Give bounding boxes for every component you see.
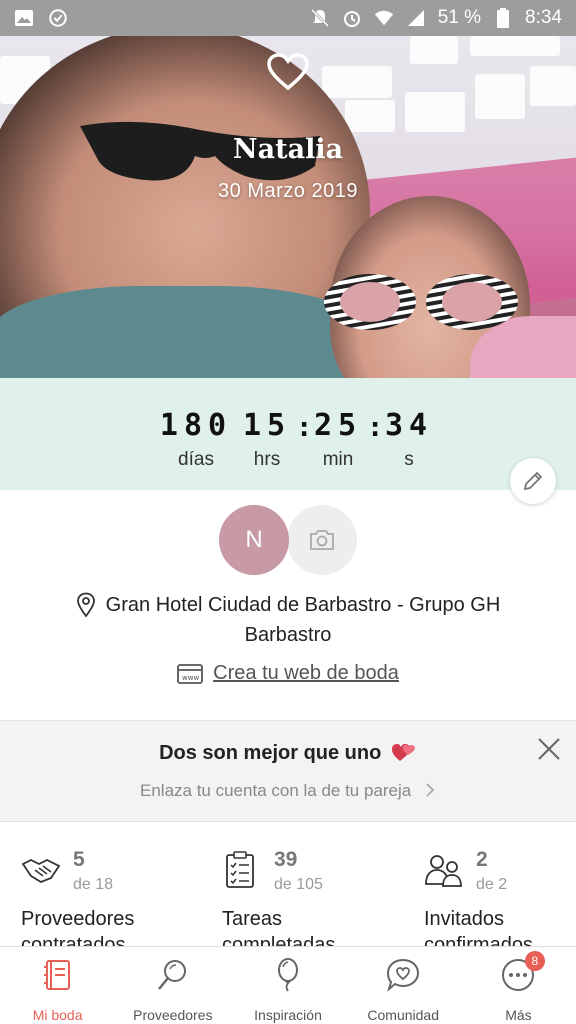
venue-city: Barbastro xyxy=(244,624,332,646)
countdown-days-value: 180 xyxy=(159,408,233,443)
handshake-icon xyxy=(21,858,61,884)
camera-icon xyxy=(310,530,334,550)
battery-icon xyxy=(493,8,513,28)
countdown-minutes-label: min xyxy=(322,449,354,470)
nav-label: Mi boda xyxy=(32,1007,83,1023)
wifi-icon xyxy=(374,8,394,28)
banner-title: Dos son mejor que uno xyxy=(0,741,576,765)
stat-tasks-value: 39 xyxy=(274,848,298,871)
wedding-date: 30 Marzo 2019 xyxy=(218,180,358,202)
countdown-minutes: 25 min xyxy=(313,408,363,471)
avatar[interactable]: N xyxy=(219,505,289,575)
venue[interactable]: Gran Hotel Ciudad de Barbastro - Grupo G… xyxy=(0,592,576,618)
alarm-check-icon xyxy=(48,8,68,28)
add-partner-photo-button[interactable] xyxy=(287,505,357,575)
countdown: 180 días 15 hrs : 25 min : 34 s xyxy=(0,378,576,490)
countdown-seconds-label: s xyxy=(404,449,414,470)
link-partner-banner: Dos son mejor que uno Enlaza tu cuenta c… xyxy=(0,720,576,822)
countdown-minutes-value: 25 xyxy=(313,408,363,443)
pencil-icon xyxy=(523,471,543,491)
countdown-hours-label: hrs xyxy=(253,449,281,470)
countdown-seconds-value: 34 xyxy=(384,408,434,443)
countdown-hours: 15 hrs xyxy=(242,408,292,471)
create-wedding-web-link[interactable]: www Crea tu web de boda xyxy=(0,662,576,685)
nav-item-proveedores[interactable]: Proveedores xyxy=(115,947,230,1024)
two-hearts-icon xyxy=(391,744,415,761)
nav-label: Más xyxy=(505,1007,532,1023)
nav-label: Inspiración xyxy=(254,1007,322,1023)
stat-vendors-total: de 18 xyxy=(73,876,114,893)
nav-item-comunidad[interactable]: Comunidad xyxy=(346,947,461,1024)
countdown-hours-value: 15 xyxy=(242,408,292,443)
bottom-nav: Mi boda Proveedores Inspiración Comunida… xyxy=(0,946,576,1024)
svg-text:www: www xyxy=(182,674,199,682)
couple-name: Natalia xyxy=(232,134,344,165)
stat-guests-total: de 2 xyxy=(476,876,508,893)
guests-icon xyxy=(425,855,462,887)
chevron-right-icon xyxy=(426,783,435,797)
nav-item-inspiracion[interactable]: Inspiración xyxy=(230,947,345,1024)
clipboard-icon xyxy=(226,851,254,888)
notebook-icon xyxy=(43,960,70,990)
alarm-icon xyxy=(342,8,362,28)
nav-label: Comunidad xyxy=(367,1007,440,1023)
heart-icon[interactable] xyxy=(266,52,310,92)
stat-guests-value: 2 xyxy=(476,848,488,871)
location-pin-icon xyxy=(76,592,95,618)
stat-vendors-value: 5 xyxy=(73,848,85,871)
countdown-days-label: días xyxy=(178,449,214,470)
chat-heart-icon xyxy=(387,958,420,992)
countdown-seconds: 34 s xyxy=(384,408,434,471)
stat-tasks-total: de 105 xyxy=(274,876,323,893)
nav-label: Proveedores xyxy=(133,1007,213,1023)
clock-text: 8:34 xyxy=(525,7,562,28)
create-wedding-web-label: Crea tu web de boda xyxy=(213,662,399,684)
notification-badge: 8 xyxy=(524,951,545,971)
nav-item-mas[interactable]: 8 Más xyxy=(461,947,576,1024)
battery-text: 51 % xyxy=(437,7,482,28)
link-partner-link[interactable]: Enlaza tu cuenta con la de tu pareja xyxy=(0,781,576,801)
gallery-icon xyxy=(14,8,34,28)
close-icon[interactable] xyxy=(536,736,562,762)
countdown-days: 180 días xyxy=(146,408,246,471)
mute-icon xyxy=(310,8,330,28)
countdown-separator: : xyxy=(296,412,313,443)
venue-name: Gran Hotel Ciudad de Barbastro - Grupo G… xyxy=(105,593,501,616)
status-bar: 51 % 8:34 xyxy=(0,0,576,36)
countdown-separator: : xyxy=(367,412,384,443)
nav-item-mi-boda[interactable]: Mi boda xyxy=(0,947,115,1024)
search-icon xyxy=(157,960,186,990)
signal-icon xyxy=(406,8,426,28)
balloon-icon xyxy=(278,958,298,992)
edit-button[interactable] xyxy=(510,458,556,504)
browser-icon: www xyxy=(177,663,204,684)
